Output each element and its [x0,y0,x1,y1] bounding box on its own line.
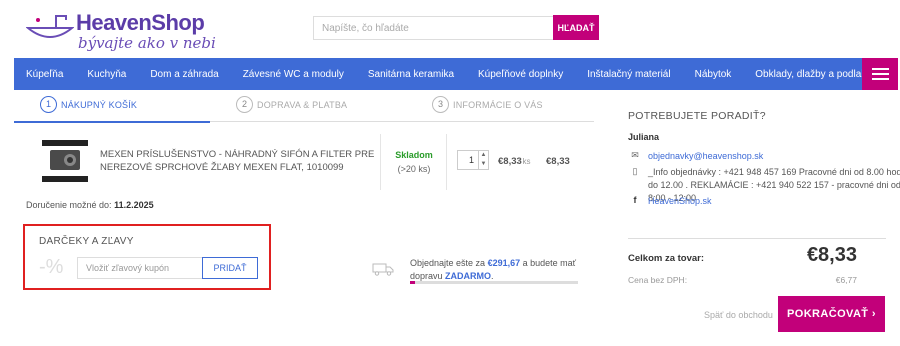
step-label: INFORMÁCIE O VÁS [453,99,543,110]
cart-item-row: MEXEN PRÍSLUŠENSTVO - NÁHRADNÝ SIFÓN A F… [14,134,594,190]
shipping-text-after: . [491,271,494,281]
vat-label: Cena bez DPH: [628,275,688,285]
quantity-input[interactable]: 1 [457,150,479,170]
cell-divider [446,134,447,190]
step-label: DOPRAVA & PLATBA [257,99,348,110]
product-name-link[interactable]: MEXEN PRÍSLUŠENSTVO - NÁHRADNÝ SIFÓN A F… [100,148,390,174]
hamburger-icon [872,78,889,80]
brand-name: HeavenShop [76,10,205,35]
nav-item-sanitarna-keramika[interactable]: Sanitárna keramika [356,69,466,80]
nav-item-zavesne-wc[interactable]: Závesné WC a moduly [231,69,356,80]
help-email-link[interactable]: objednavky@heavenshop.sk [648,150,900,163]
facebook-icon: f [633,195,637,205]
free-shipping-progress [410,281,578,284]
brand-tagline: bývajte ako v nebi [78,34,216,52]
back-to-shop-link[interactable]: Späť do obchodu [704,310,773,320]
nav-item-dom-a-zahrada[interactable]: Dom a záhrada [138,69,230,80]
step-shipping-payment[interactable]: 2 DOPRAVA & PLATBA [236,96,347,113]
add-coupon-button[interactable]: PRIDAŤ [202,257,258,279]
main-navigation: Kúpeľňa Kuchyňa Dom a záhrada Závesné WC… [14,58,872,90]
mail-icon: ✉ [631,150,639,160]
product-image[interactable] [40,136,90,186]
step-number: 3 [432,96,449,113]
free-shipping-message: Objednajte ešte za €291,67 a budete mať … [410,257,580,283]
total-value: €8,33 [806,244,857,266]
search-input[interactable] [313,16,553,40]
nav-item-kupelna[interactable]: Kúpeľňa [14,69,75,80]
hamburger-icon [872,73,889,75]
chevron-down-icon[interactable]: ▼ [481,161,487,167]
delivery-label: Doručenie možné do: [26,200,112,210]
shipping-text-before: Objednajte ešte za [410,258,488,268]
help-contact-name: Juliana [628,132,660,142]
unit-label: / ks [518,157,531,166]
stock-status: Skladom [395,150,433,160]
delivery-date: 11.2.2025 [114,200,154,210]
help-facebook-link[interactable]: HeavenShop.sk [648,195,900,208]
cell-divider [380,134,381,190]
stock-count: (>20 ks) [397,164,431,174]
total-label: Celkom za tovar: [628,253,705,264]
nav-item-kupelnove-doplnky[interactable]: Kúpeľňové doplnky [466,69,575,80]
nav-item-instalacny-material[interactable]: Inštalačný materiál [575,69,682,80]
step-number: 1 [40,96,57,113]
continue-button[interactable]: POKRAČOVAŤ › [778,296,885,332]
vat-value: €6,77 [835,275,857,285]
basin-logo-icon [26,15,74,38]
step-number: 2 [236,96,253,113]
percent-icon: -% [39,256,64,278]
continue-label: POKRAČOVAŤ [787,308,869,320]
truck-icon [372,263,394,276]
step-label: NÁKUPNÝ KOŠÍK [61,99,138,110]
chevron-right-icon: › [871,308,876,320]
line-total: €8,33 [546,156,570,167]
search-button[interactable]: HĽADAŤ [553,15,599,40]
checkout-steps: 1 NÁKUPNÝ KOŠÍK 2 DOPRAVA & PLATBA 3 INF… [14,96,594,120]
progress-fill [410,281,416,284]
discounts-title: DARČEKY A ZĽAVY [39,236,134,247]
step-cart[interactable]: 1 NÁKUPNÝ KOŠÍK [40,96,137,113]
delivery-info: Doručenie možné do: 11.2.2025 [26,200,154,210]
chevron-up-icon[interactable]: ▲ [481,152,487,158]
summary-divider [628,238,886,239]
hamburger-menu-button[interactable] [862,58,898,90]
steps-active-indicator [14,121,210,123]
phone-icon: ▯ [632,166,638,176]
hamburger-icon [872,68,889,70]
discounts-box: DARČEKY A ZĽAVY -% Vložiť zľavový kupón … [23,224,271,290]
nav-item-kuchyna[interactable]: Kuchyňa [75,69,138,80]
help-title: POTREBUJETE PORADIŤ? [628,110,766,122]
nav-item-nabytok[interactable]: Nábytok [683,69,744,80]
coupon-input[interactable]: Vložiť zľavový kupón [77,257,202,279]
brand-logo[interactable]: HeavenShop bývajte ako v nebi [26,8,226,52]
step-info[interactable]: 3 INFORMÁCIE O VÁS [432,96,543,113]
quantity-stepper[interactable]: ▲ ▼ [479,150,489,170]
shipping-remaining-amount: €291,67 [487,258,521,268]
free-shipping-label: ZADARMO [445,271,492,281]
